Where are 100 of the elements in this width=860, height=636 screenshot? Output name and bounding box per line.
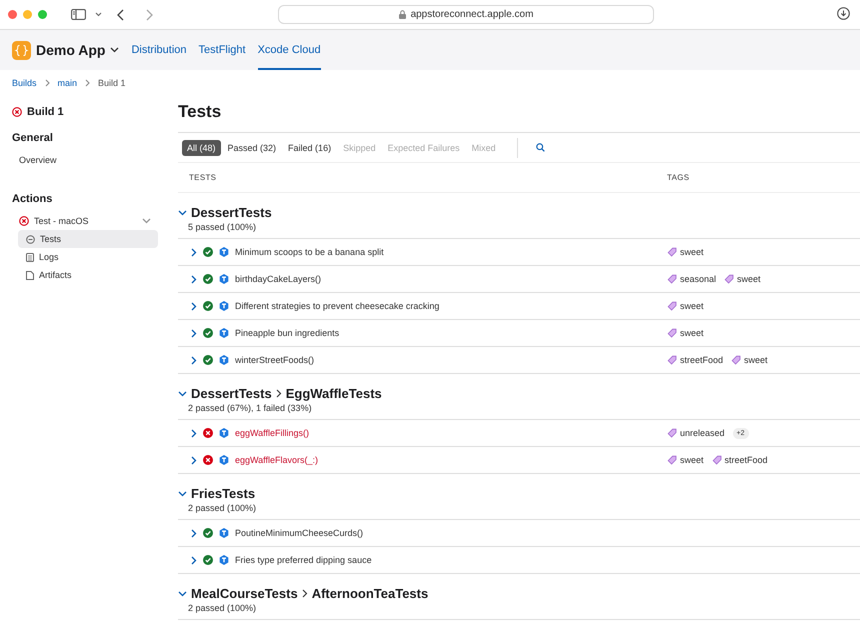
group-title: DessertTests	[191, 205, 272, 220]
breadcrumb-link[interactable]: Builds	[12, 78, 37, 88]
test-type-icon	[219, 555, 229, 565]
nav-tab[interactable]: TestFlight	[198, 30, 246, 70]
nav-tab[interactable]: Xcode Cloud	[258, 30, 321, 70]
back-icon[interactable]	[117, 8, 124, 20]
tag-icon	[667, 428, 677, 438]
page-title: Tests	[178, 102, 222, 122]
chevron-icon[interactable]	[178, 490, 187, 496]
chevron-icon[interactable]	[178, 390, 187, 396]
test-name[interactable]: Different strategies to prevent cheesecake cracking	[235, 301, 440, 311]
sidebar-item[interactable]: Test - macOS	[34, 216, 89, 226]
test-type-icon	[219, 455, 229, 465]
test-name[interactable]: Fries type preferred dipping sauce	[235, 555, 372, 565]
test-name[interactable]: birthdayCakeLayers()	[235, 274, 322, 284]
app-icon	[12, 40, 31, 60]
tag-label: streetFood	[680, 355, 724, 365]
test-name[interactable]: eggWaffleFlavors(_:)	[235, 455, 318, 465]
tag-label: seasonal	[680, 274, 716, 284]
address-field[interactable]: appstoreconnect.apple.com	[278, 5, 654, 24]
chevron-icon[interactable]	[142, 218, 151, 224]
caret-icon[interactable]	[110, 47, 120, 53]
chevron-icon	[85, 78, 90, 86]
caret-icon[interactable]	[95, 12, 102, 17]
chevron-icon[interactable]	[191, 528, 197, 538]
section-heading: Actions	[12, 193, 54, 205]
tag-icon	[712, 455, 722, 465]
group-title: AfternoonTeaTests	[312, 586, 428, 601]
tag-icon	[667, 247, 677, 257]
chevron-icon[interactable]	[191, 428, 197, 438]
chevron-icon[interactable]	[191, 556, 197, 564]
tag-label: sweet	[680, 328, 704, 338]
tag-icon	[667, 455, 677, 465]
download-icon[interactable]	[837, 7, 850, 20]
group-title: FriesTests	[191, 486, 256, 501]
filter-tab[interactable]: All (48)	[182, 140, 221, 156]
search-icon[interactable]	[536, 143, 545, 152]
group-title: DessertTests	[191, 386, 272, 401]
test-type-icon	[219, 528, 229, 538]
test-type-icon	[219, 428, 229, 438]
app-name[interactable]: Demo App	[36, 42, 106, 58]
group-summary: 2 passed (100%)	[188, 503, 258, 513]
sidebar-icon[interactable]	[71, 9, 86, 20]
chevron-icon[interactable]	[191, 456, 197, 464]
tag-label: sweet	[680, 301, 704, 311]
breadcrumb-link[interactable]: Build 1	[98, 78, 126, 88]
chevron-icon[interactable]	[191, 356, 197, 364]
test-name[interactable]: eggWaffleFillings()	[235, 428, 310, 438]
chevron-icon[interactable]	[191, 248, 197, 256]
tag-icon	[731, 355, 742, 365]
column-header: TESTS	[188, 173, 218, 182]
build-title: Build 1	[27, 106, 64, 118]
lock-icon	[398, 10, 406, 19]
tag-icon	[667, 328, 677, 338]
tag-label: sweet	[737, 274, 761, 284]
chevron-icon[interactable]	[191, 274, 197, 284]
tag-label: sweet	[680, 455, 704, 465]
group-summary: 2 passed (67%), 1 failed (33%)	[188, 403, 313, 413]
tag-label: unreleased	[680, 428, 725, 438]
tag-icon	[667, 355, 677, 365]
test-name[interactable]: winterStreetFoods()	[235, 355, 314, 365]
tag-label: sweet	[744, 355, 768, 365]
test-type-icon	[219, 328, 229, 338]
close-button[interactable]	[8, 10, 17, 19]
group-title: MealCourseTests	[191, 586, 298, 601]
tag-icon	[667, 301, 677, 311]
test-type-icon	[219, 301, 229, 311]
group-summary: 2 passed (100%)	[188, 603, 258, 613]
sidebar-item[interactable]: Logs	[18, 248, 158, 266]
tag-label: sweet	[680, 247, 704, 257]
chevron-icon	[44, 78, 50, 86]
chevron-icon[interactable]	[178, 590, 187, 596]
tag-icon	[667, 274, 677, 284]
file-icon	[26, 270, 34, 280]
test-name[interactable]: Pineapple bun ingredients	[235, 328, 340, 338]
sidebar-item[interactable]: Overview	[19, 155, 57, 165]
test-type-icon	[219, 247, 229, 257]
filter-tab[interactable]: Passed (32)	[222, 140, 282, 156]
test-type-icon	[219, 355, 229, 365]
section-heading: General	[12, 132, 54, 144]
test-type-icon	[219, 274, 229, 284]
chevron-icon[interactable]	[191, 328, 197, 338]
chevron-icon	[276, 389, 282, 398]
breadcrumb-link[interactable]: main	[58, 78, 78, 88]
tests-icon	[26, 234, 35, 244]
sidebar-item[interactable]: Artifacts	[18, 266, 158, 284]
nav-tab[interactable]: Distribution	[131, 30, 187, 70]
chevron-icon[interactable]	[178, 210, 187, 216]
sidebar-item[interactable]: Tests	[18, 230, 158, 248]
chevron-icon[interactable]	[191, 302, 197, 310]
tag-label: streetFood	[724, 455, 768, 465]
chevron-icon	[302, 589, 308, 598]
test-name[interactable]: PoutineMinimumCheeseCurds()	[235, 528, 364, 538]
document-lines-icon	[26, 252, 34, 262]
tag-icon	[724, 274, 734, 284]
column-header: TAGS	[667, 173, 690, 182]
group-summary: 5 passed (100%)	[188, 222, 258, 232]
group-title: EggWaffleTests	[286, 386, 382, 401]
filter-tab[interactable]: Failed (16)	[283, 140, 336, 156]
test-name[interactable]: Minimum scoops to be a banana split	[235, 247, 384, 257]
